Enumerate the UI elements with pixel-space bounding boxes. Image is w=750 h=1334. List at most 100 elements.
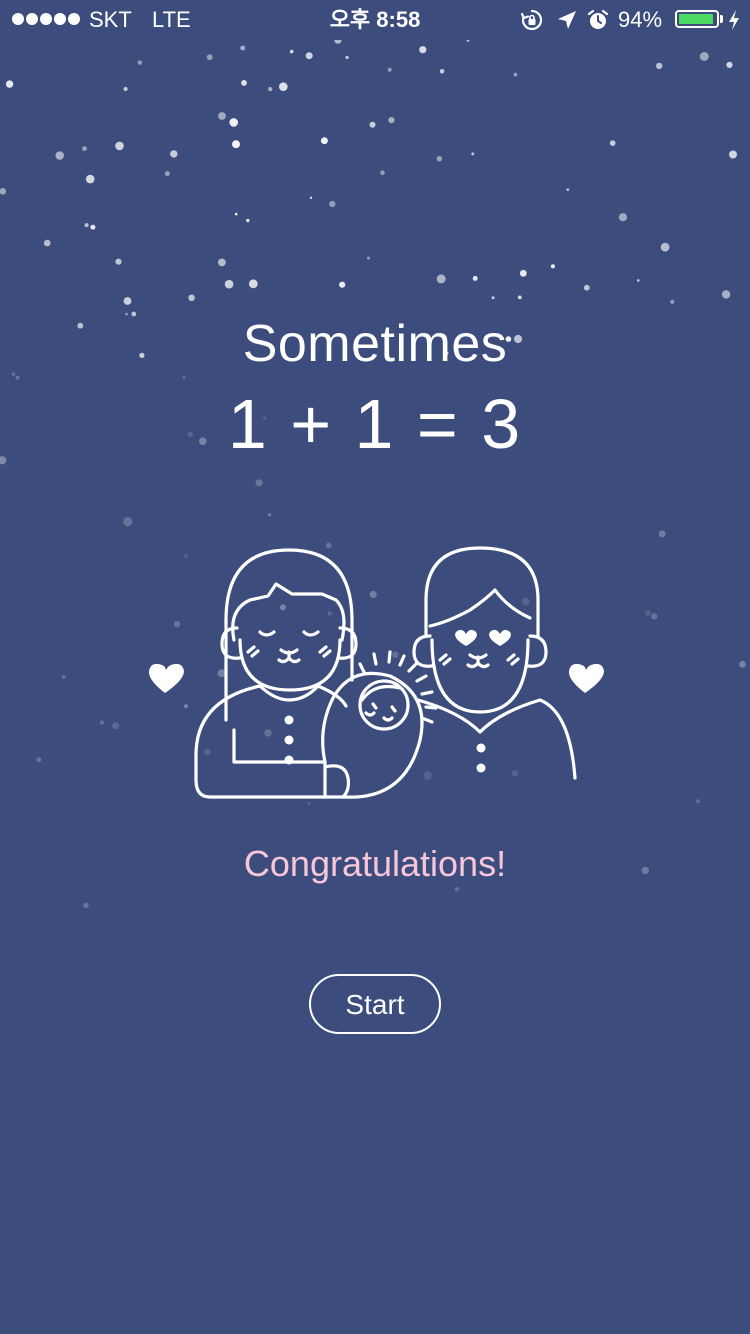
snow-particle (618, 213, 628, 222)
snow-particle (726, 61, 733, 68)
snow-particle (721, 290, 731, 299)
snow-particle (170, 150, 178, 158)
snow-particle (609, 140, 616, 146)
alarm-clock-icon (587, 9, 609, 29)
snow-particle (699, 52, 709, 61)
snow-particle (123, 517, 133, 527)
snow-particle (115, 258, 122, 265)
snow-particle (289, 49, 294, 54)
snow-particle (670, 299, 675, 304)
snow-particle (436, 274, 446, 284)
snow-particle (123, 86, 128, 92)
snow-particle (645, 610, 651, 616)
snow-particle (100, 720, 104, 725)
snow-particle (182, 375, 186, 379)
snow-particle (739, 660, 746, 668)
snow-particle (466, 40, 470, 42)
snow-particle (164, 171, 170, 177)
location-arrow-icon (558, 11, 576, 29)
snow-particle (115, 141, 124, 151)
snow-particle (519, 269, 527, 277)
snow-particle (123, 297, 132, 305)
snow-particle (248, 279, 258, 289)
snow-particle (388, 117, 395, 124)
snow-particle (241, 80, 247, 86)
snow-particle (137, 60, 142, 65)
snow-particle (218, 112, 226, 120)
battery-icon (675, 10, 719, 28)
snow-particle (229, 118, 238, 127)
heart-right-icon (568, 663, 604, 693)
snow-particle (583, 284, 590, 291)
snow-particle (255, 479, 263, 487)
snow-particle (85, 174, 95, 184)
snow-particle (658, 530, 666, 538)
snow-particle (90, 224, 96, 230)
snow-particle (472, 275, 478, 281)
snow-particle (729, 150, 737, 159)
snow-particle (651, 613, 658, 620)
battery-percent: 94% (618, 7, 663, 32)
snow-particle (513, 72, 518, 77)
snow-particle (82, 146, 87, 151)
snow-particle (224, 279, 234, 289)
snow-particle (206, 54, 213, 61)
headline-title: Sometimes (242, 315, 508, 373)
snow-particle (566, 188, 570, 192)
congratulations-message: Congratulations! (243, 843, 507, 884)
snow-particle (62, 675, 66, 679)
heart-eye-icon (455, 629, 477, 646)
snow-particle (83, 902, 89, 909)
heart-eye-icon (489, 629, 511, 646)
snow-particle (339, 281, 346, 288)
snow-particle (454, 887, 460, 892)
status-bar: SKT LTE 오후 8:58 94% (0, 0, 750, 40)
snow-particle (329, 200, 336, 208)
snow-particle (0, 188, 7, 195)
snow-particle (279, 82, 288, 91)
snow-particle (246, 218, 250, 223)
snow-particle (334, 40, 342, 44)
snow-particle (305, 52, 313, 60)
snow-particle (660, 242, 670, 252)
battery-nub (720, 15, 723, 23)
snow-particle (695, 799, 700, 804)
family-illustration (148, 546, 604, 799)
snow-particle (517, 295, 522, 300)
snow-particle (240, 45, 246, 51)
snow-particle (550, 264, 556, 269)
start-button[interactable]: Start (309, 974, 441, 1034)
mother-cat-icon (194, 548, 358, 799)
snow-particle (436, 156, 442, 162)
snow-particle (5, 80, 14, 88)
headline-equation: 1 + 1 = 3 (227, 385, 523, 463)
heart-left-icon (148, 663, 184, 693)
snow-particle (15, 375, 20, 380)
snow-particle (188, 294, 195, 302)
snow-particle (55, 151, 64, 160)
snow-particle (84, 223, 89, 228)
snow-particle (387, 67, 392, 72)
snow-particle (112, 722, 120, 730)
snow-particle (218, 258, 226, 267)
snow-particle (367, 256, 370, 260)
snow-particle (36, 757, 42, 763)
snow-particle (369, 121, 376, 128)
snow-particle (345, 55, 349, 60)
baby-icon (321, 650, 438, 799)
charging-bolt-icon (729, 10, 739, 30)
father-cat-icon (412, 546, 577, 780)
snow-particle (637, 279, 640, 282)
rotation-lock-icon (520, 9, 543, 31)
snow-particle (43, 239, 51, 247)
snow-particle (309, 196, 313, 199)
snow-particle (491, 296, 495, 300)
snow-particle (656, 62, 663, 70)
snow-particle (439, 69, 445, 74)
snow-particle (268, 87, 273, 92)
snow-particle (234, 212, 238, 216)
snow-particle (232, 140, 240, 149)
snow-particle (471, 152, 475, 156)
snow-particle (380, 170, 385, 175)
snow-particle (419, 46, 427, 54)
